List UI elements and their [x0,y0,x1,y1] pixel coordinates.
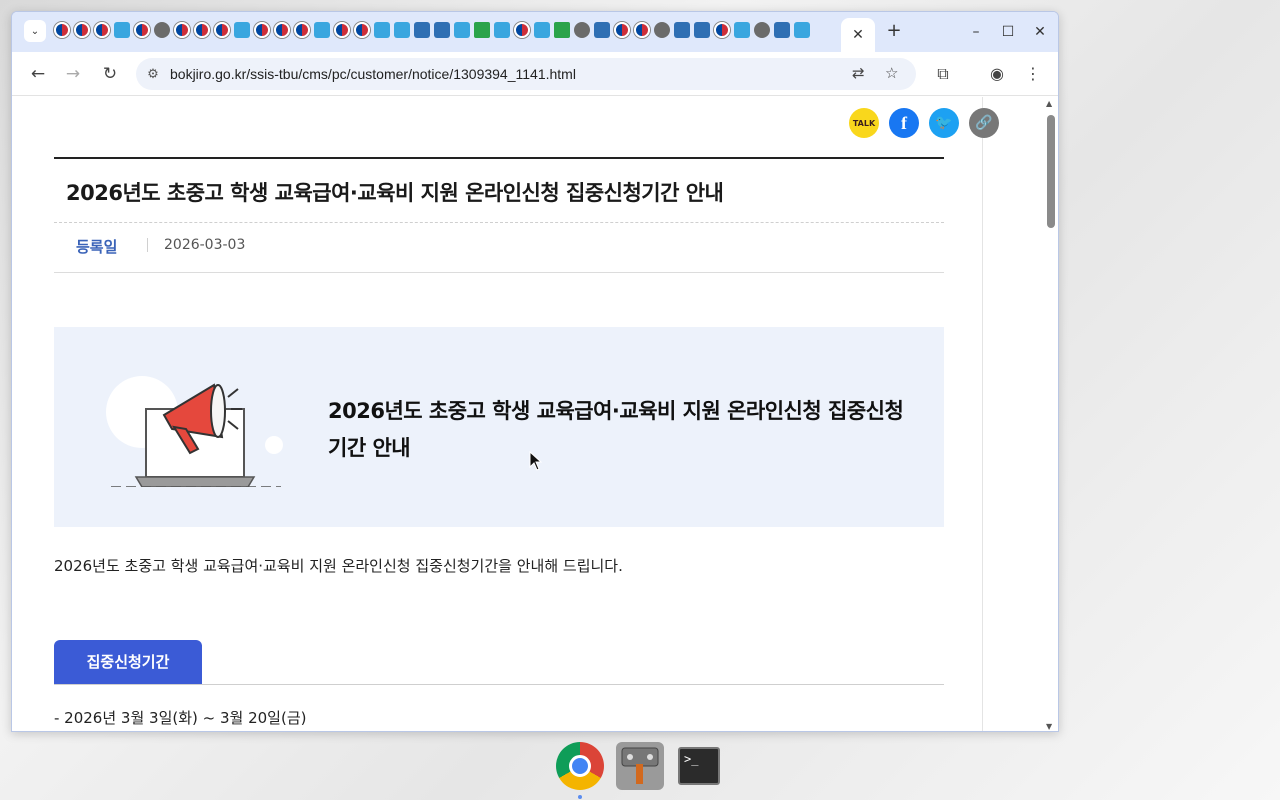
tab-favicon[interactable] [694,22,710,38]
bookmark-star-icon[interactable]: ☆ [885,64,898,82]
application-period-text: - 2026년 3월 3일(화) ~ 3월 20일(금) [54,709,307,727]
kakao-share-button[interactable]: TALK [849,108,879,138]
title-top-rule [54,157,944,159]
close-window-button[interactable]: ✕ [1030,22,1050,42]
close-icon[interactable]: ✕ [852,27,864,43]
notice-banner: 2026년도 초중고 학생 교육급여·교육비 지원 온라인신청 집중신청기간 안… [54,327,944,527]
tab-favicon[interactable] [154,22,170,38]
tab-favicon[interactable] [354,22,370,38]
minimize-button[interactable]: – [966,22,986,42]
link-icon: 🔗 [975,115,993,131]
extensions-icon[interactable]: ⧉ [932,64,954,84]
tab-favicon[interactable] [754,22,770,38]
tab-favicon[interactable] [674,22,690,38]
scroll-down-arrow-icon[interactable]: ▼ [1046,722,1052,731]
tab-favicon[interactable] [474,22,490,38]
terminal-taskbar-icon[interactable]: >_ [678,747,720,785]
tab-favicon[interactable] [314,22,330,38]
megaphone-laptop-illustration [106,376,283,487]
tab-favicon[interactable] [794,22,810,38]
tab-favicon[interactable] [114,22,130,38]
twitter-share-button[interactable]: 🐦 [929,108,959,138]
registration-date-label: 등록일 [76,238,118,256]
pinned-tabs [54,22,810,42]
tab-favicon[interactable] [634,22,650,38]
address-bar[interactable]: ⚙ bokjiro.go.kr/ssis-tbu/cms/pc/customer… [136,58,916,90]
content-divider [982,97,983,731]
tab-favicon[interactable] [514,22,530,38]
notice-description: 2026년도 초중고 학생 교육급여·교육비 지원 온라인신청 집중신청기간을 … [54,557,623,575]
tab-favicon[interactable] [94,22,110,38]
scroll-thumb[interactable] [1047,115,1055,228]
tab-favicon[interactable] [174,22,190,38]
page-title: 2026년도 초중고 학생 교육급여·교육비 지원 온라인신청 집중신청기간 안… [66,181,724,205]
profile-icon[interactable]: ◉ [986,64,1008,83]
mouse-cursor-icon [529,451,543,471]
tab-favicon[interactable] [774,22,790,38]
meta-separator [147,238,148,252]
tab-search-button[interactable]: ⌄ [24,20,46,42]
chrome-center [569,755,591,777]
tab-favicon[interactable] [254,22,270,38]
new-tab-button[interactable]: + [884,22,904,42]
section-tab-rule [54,684,944,685]
reload-button[interactable]: ↻ [98,64,122,84]
active-tab[interactable]: ✕ [841,18,875,52]
tab-favicon[interactable] [654,22,670,38]
back-button[interactable]: ← [26,64,50,84]
meta-bottom-rule [54,272,944,273]
tab-favicon[interactable] [374,22,390,38]
maximize-button[interactable]: ☐ [998,22,1018,42]
copy-link-button[interactable]: 🔗 [969,108,999,138]
title-divider [54,222,944,223]
tab-favicon[interactable] [234,22,250,38]
twitter-bird-icon: 🐦 [935,115,953,131]
site-settings-icon[interactable]: ⚙ [136,67,170,82]
forward-button[interactable]: → [61,64,85,84]
tab-favicon[interactable] [614,22,630,38]
tab-favicon[interactable] [594,22,610,38]
tab-favicon[interactable] [734,22,750,38]
tab-favicon[interactable] [134,22,150,38]
tab-favicon[interactable] [274,22,290,38]
menu-kebab-icon[interactable]: ⋮ [1022,64,1044,83]
tab-favicon[interactable] [434,22,450,38]
tab-favicon[interactable] [394,22,410,38]
browser-toolbar: ← → ↻ ⚙ bokjiro.go.kr/ssis-tbu/cms/pc/cu… [12,52,1058,96]
page-viewport: TALK f 🐦 🔗 2026년도 초중고 학생 교육급여·교육비 지원 온라인… [14,97,1058,731]
tab-favicon[interactable] [54,22,70,38]
tab-favicon[interactable] [554,22,570,38]
tab-favicon[interactable] [294,22,310,38]
url-text[interactable]: bokjiro.go.kr/ssis-tbu/cms/pc/customer/n… [170,66,576,82]
tab-strip: ⌄ ✕ + – ☐ ✕ [12,12,1058,52]
browser-window: ⌄ ✕ + – ☐ ✕ ← → ↻ ⚙ bokjiro.go.kr/ssis-t… [11,11,1059,732]
chevron-down-icon: ⌄ [30,25,40,37]
tab-favicon[interactable] [194,22,210,38]
active-app-indicator [578,795,582,799]
system-tool-taskbar-icon[interactable] [616,742,664,790]
tab-favicon[interactable] [534,22,550,38]
registration-date-value: 2026-03-03 [164,237,246,253]
tab-favicon[interactable] [454,22,470,38]
tab-favicon[interactable] [494,22,510,38]
tab-application-period[interactable]: 집중신청기간 [54,640,202,684]
translate-icon[interactable]: ⇄ [852,64,865,82]
banner-title: 2026년도 초중고 학생 교육급여·교육비 지원 온라인신청 집중신청기간 안… [328,399,904,460]
tab-favicon[interactable] [214,22,230,38]
toolbox-icon [621,747,659,784]
chrome-taskbar-icon[interactable] [556,742,604,790]
terminal-prompt-icon: >_ [684,752,699,766]
tab-favicon[interactable] [334,22,350,38]
tab-favicon[interactable] [574,22,590,38]
tab-favicon[interactable] [74,22,90,38]
facebook-share-button[interactable]: f [889,108,919,138]
tab-favicon[interactable] [414,22,430,38]
scroll-up-arrow-icon[interactable]: ▲ [1046,99,1052,108]
facebook-icon: f [901,112,907,133]
tab-favicon[interactable] [714,22,730,38]
kakao-talk-icon: TALK [852,118,876,128]
vertical-scrollbar[interactable]: ▲ ▼ [1044,97,1058,731]
